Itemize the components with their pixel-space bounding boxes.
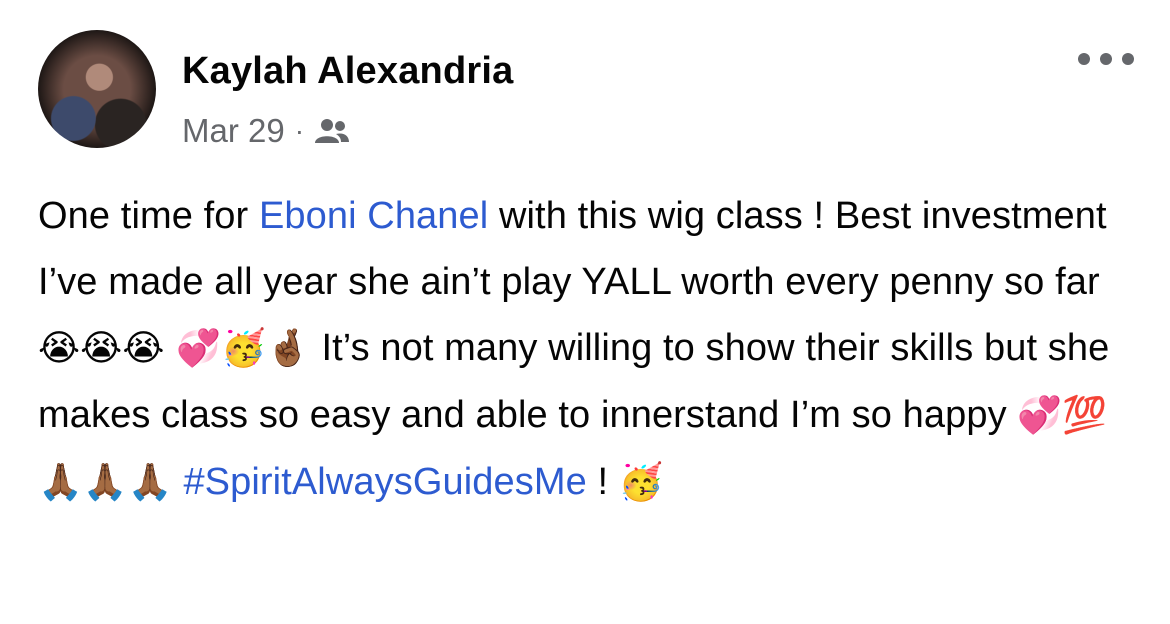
emoji-party-face: 🥳 — [618, 462, 664, 503]
more-options-button[interactable] — [1078, 48, 1134, 70]
emoji-group-crying-hearts-party-fingers: 😭😭😭 💞🥳🤞🏾 — [38, 328, 311, 369]
more-dot — [1122, 53, 1134, 65]
post-text-segment: ! — [586, 461, 619, 503]
author-avatar[interactable] — [38, 30, 156, 148]
mention-link[interactable]: Eboni Chanel — [259, 195, 488, 237]
friends-icon[interactable] — [314, 116, 350, 146]
more-dot — [1078, 53, 1090, 65]
post-body: One time for Eboni Chanel with this wig … — [38, 183, 1138, 516]
post-date[interactable]: Mar 29 — [182, 112, 285, 150]
more-dot — [1100, 53, 1112, 65]
author-name[interactable]: Kaylah Alexandria — [182, 50, 513, 93]
post-meta: Mar 29 · — [182, 112, 350, 150]
hashtag-link[interactable]: #SpiritAlwaysGuidesMe — [183, 461, 586, 503]
meta-separator: · — [294, 115, 305, 146]
post-text-segment: One time for — [38, 195, 259, 237]
